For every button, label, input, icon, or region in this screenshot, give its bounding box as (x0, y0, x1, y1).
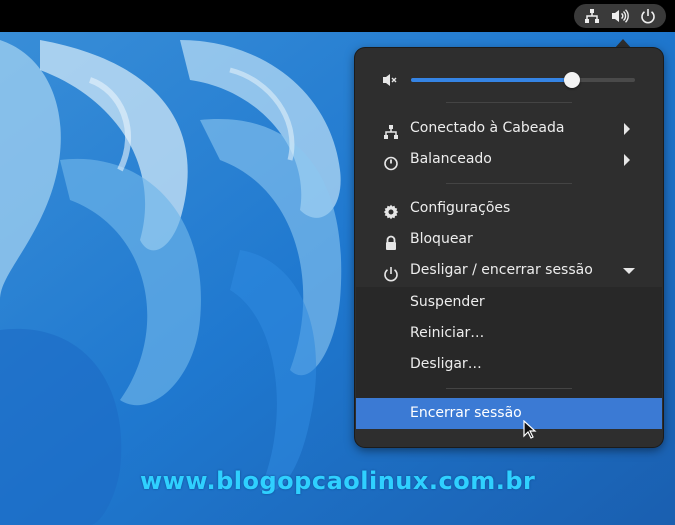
power-profile-menu-item[interactable]: Balanceado (356, 144, 662, 175)
settings-label: Configurações (410, 200, 511, 216)
suspend-label: Suspender (410, 294, 485, 310)
gear-icon (383, 201, 399, 220)
separator (446, 388, 572, 389)
submenu-arrow-icon (624, 154, 630, 166)
shutdown-label: Desligar… (410, 356, 482, 372)
speaker-muted-icon[interactable] (382, 72, 398, 92)
restart-menu-item[interactable]: Reiniciar… (356, 318, 662, 349)
logout-menu-item[interactable]: Encerrar sessão (356, 398, 662, 429)
lock-menu-item[interactable]: Bloquear (356, 224, 662, 255)
volume-slider-handle[interactable] (564, 72, 581, 88)
logout-label: Encerrar sessão (410, 405, 522, 421)
submenu-arrow-icon (624, 123, 630, 135)
volume-slider-fill (411, 78, 573, 82)
mouse-cursor-icon (523, 420, 537, 439)
power-icon (640, 8, 656, 24)
separator (446, 183, 572, 184)
volume-row (382, 68, 638, 92)
power-off-menu-item[interactable]: Desligar / encerrar sessão (356, 255, 662, 286)
top-bar (0, 0, 675, 32)
network-wired-icon (383, 121, 399, 139)
volume-slider[interactable] (411, 72, 635, 88)
expander-arrow-icon (623, 268, 635, 274)
lock-label: Bloquear (410, 231, 473, 247)
lock-icon (383, 232, 399, 250)
volume-icon (611, 8, 629, 24)
settings-menu-item[interactable]: Configurações (356, 193, 662, 224)
watermark-text: www.blogopcaolinux.com.br (140, 467, 536, 495)
power-profile-label: Balanceado (410, 151, 492, 167)
network-menu-item[interactable]: Conectado à Cabeada (356, 113, 662, 144)
power-profile-icon (383, 152, 399, 171)
suspend-menu-item[interactable]: Suspender (356, 287, 662, 318)
shutdown-menu-item[interactable]: Desligar… (356, 349, 662, 380)
system-status-area[interactable] (574, 4, 666, 28)
network-wired-icon (584, 8, 600, 24)
power-off-label: Desligar / encerrar sessão (410, 262, 593, 278)
separator (446, 102, 572, 103)
restart-label: Reiniciar… (410, 325, 485, 341)
power-icon (383, 263, 399, 282)
network-label: Conectado à Cabeada (410, 120, 565, 136)
